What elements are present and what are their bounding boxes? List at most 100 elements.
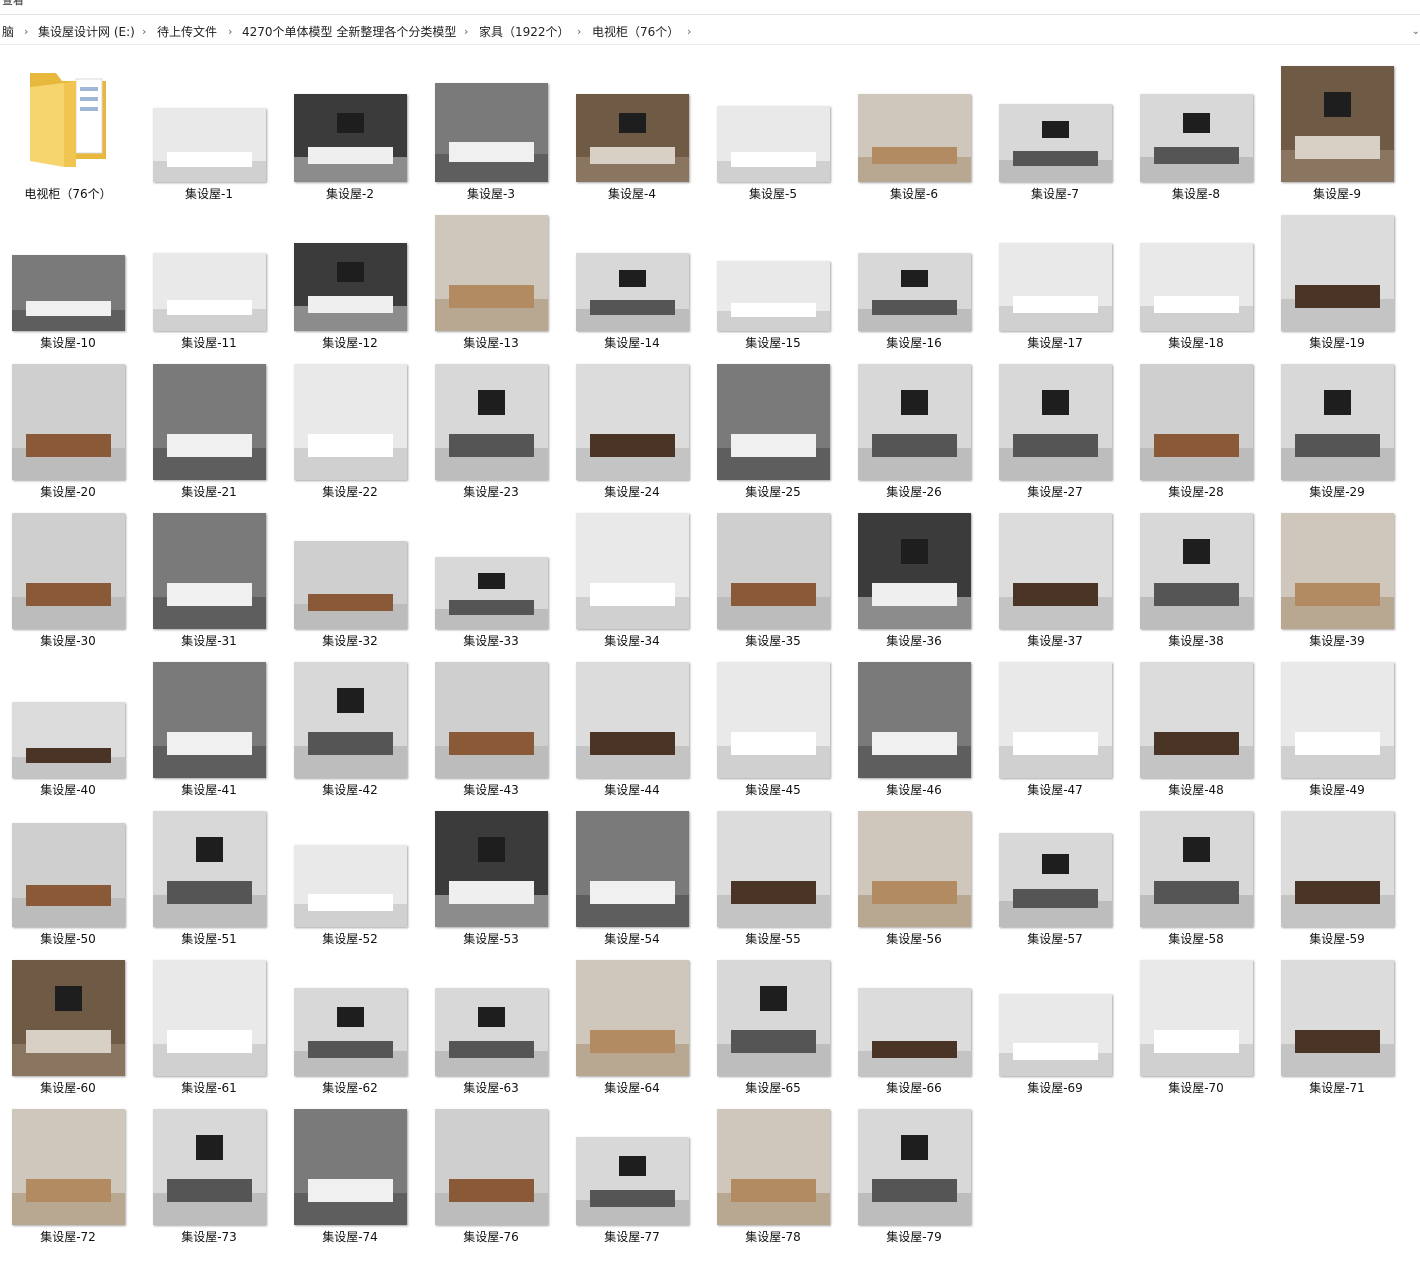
file-tile[interactable]: 集设屋-71 — [1269, 956, 1405, 1100]
file-tile[interactable]: 集设屋-59 — [1269, 807, 1405, 951]
image-thumbnail — [717, 960, 830, 1076]
file-tile[interactable]: 集设屋-5 — [705, 62, 841, 206]
file-tile[interactable]: 集设屋-45 — [705, 658, 841, 802]
file-tile[interactable]: 集设屋-41 — [141, 658, 277, 802]
file-tile[interactable]: 集设屋-19 — [1269, 211, 1405, 355]
file-tile[interactable]: 集设屋-3 — [423, 62, 559, 206]
file-tile[interactable]: 集设屋-39 — [1269, 509, 1405, 653]
file-tile[interactable]: 集设屋-30 — [0, 509, 136, 653]
file-label: 集设屋-52 — [322, 932, 378, 946]
image-thumbnail — [153, 811, 266, 927]
file-tile[interactable]: 集设屋-48 — [1128, 658, 1264, 802]
file-tile[interactable]: 集设屋-9 — [1269, 62, 1405, 206]
file-tile[interactable]: 集设屋-25 — [705, 360, 841, 504]
file-label: 集设屋-27 — [1027, 485, 1083, 499]
file-tile[interactable]: 集设屋-70 — [1128, 956, 1264, 1100]
image-thumbnail — [12, 702, 125, 778]
file-tile[interactable]: 集设屋-55 — [705, 807, 841, 951]
file-tile[interactable]: 集设屋-69 — [987, 956, 1123, 1100]
file-tile[interactable]: 集设屋-33 — [423, 509, 559, 653]
file-tile[interactable]: 集设屋-26 — [846, 360, 982, 504]
file-tile[interactable]: 集设屋-72 — [0, 1105, 136, 1249]
file-tile[interactable]: 集设屋-57 — [987, 807, 1123, 951]
file-tile[interactable]: 集设屋-27 — [987, 360, 1123, 504]
file-label: 集设屋-23 — [463, 485, 519, 499]
file-tile[interactable]: 集设屋-34 — [564, 509, 700, 653]
file-tile[interactable]: 集设屋-7 — [987, 62, 1123, 206]
image-thumbnail — [153, 108, 266, 182]
image-thumbnail — [1281, 662, 1394, 778]
file-tile[interactable]: 集设屋-78 — [705, 1105, 841, 1249]
file-tile[interactable]: 集设屋-2 — [282, 62, 418, 206]
file-tile[interactable]: 集设屋-37 — [987, 509, 1123, 653]
file-label: 集设屋-55 — [745, 932, 801, 946]
file-tile[interactable]: 集设屋-29 — [1269, 360, 1405, 504]
file-tile[interactable]: 集设屋-16 — [846, 211, 982, 355]
image-thumbnail — [12, 960, 125, 1076]
folder-label: 电视柜（76个） — [24, 187, 112, 201]
file-tile[interactable]: 集设屋-77 — [564, 1105, 700, 1249]
file-tile[interactable]: 集设屋-12 — [282, 211, 418, 355]
file-tile[interactable]: 集设屋-38 — [1128, 509, 1264, 653]
file-tile[interactable]: 集设屋-64 — [564, 956, 700, 1100]
file-tile[interactable]: 集设屋-8 — [1128, 62, 1264, 206]
file-tile[interactable]: 集设屋-14 — [564, 211, 700, 355]
file-tile[interactable]: 集设屋-56 — [846, 807, 982, 951]
file-tile[interactable]: 集设屋-18 — [1128, 211, 1264, 355]
file-label: 集设屋-58 — [1168, 932, 1224, 946]
file-tile[interactable]: 集设屋-23 — [423, 360, 559, 504]
file-tile[interactable]: 集设屋-24 — [564, 360, 700, 504]
file-label: 集设屋-11 — [181, 336, 237, 350]
file-tile[interactable]: 集设屋-1 — [141, 62, 277, 206]
image-thumbnail — [858, 364, 971, 480]
file-label: 集设屋-35 — [745, 634, 801, 648]
file-tile[interactable]: 集设屋-53 — [423, 807, 559, 951]
image-thumbnail — [294, 1109, 407, 1225]
file-tile[interactable]: 集设屋-35 — [705, 509, 841, 653]
folder-tile[interactable]: 电视柜（76个） — [0, 62, 136, 206]
file-tile[interactable]: 集设屋-62 — [282, 956, 418, 1100]
file-label: 集设屋-13 — [463, 336, 519, 350]
file-tile[interactable]: 集设屋-28 — [1128, 360, 1264, 504]
file-tile[interactable]: 集设屋-61 — [141, 956, 277, 1100]
file-tile[interactable]: 集设屋-31 — [141, 509, 277, 653]
file-tile[interactable]: 集设屋-44 — [564, 658, 700, 802]
file-tile[interactable]: 集设屋-65 — [705, 956, 841, 1100]
file-tile[interactable]: 集设屋-66 — [846, 956, 982, 1100]
file-tile[interactable]: 集设屋-42 — [282, 658, 418, 802]
file-tile[interactable]: 集设屋-60 — [0, 956, 136, 1100]
file-label: 集设屋-12 — [322, 336, 378, 350]
file-tile[interactable]: 集设屋-50 — [0, 807, 136, 951]
file-tile[interactable]: 集设屋-17 — [987, 211, 1123, 355]
file-tile[interactable]: 集设屋-21 — [141, 360, 277, 504]
file-tile[interactable]: 集设屋-73 — [141, 1105, 277, 1249]
file-label: 集设屋-38 — [1168, 634, 1224, 648]
file-tile[interactable]: 集设屋-79 — [846, 1105, 982, 1249]
file-tile[interactable]: 集设屋-40 — [0, 658, 136, 802]
file-tile[interactable]: 集设屋-43 — [423, 658, 559, 802]
file-tile[interactable]: 集设屋-6 — [846, 62, 982, 206]
image-thumbnail — [294, 662, 407, 778]
file-tile[interactable]: 集设屋-36 — [846, 509, 982, 653]
file-tile[interactable]: 集设屋-47 — [987, 658, 1123, 802]
file-tile[interactable]: 集设屋-4 — [564, 62, 700, 206]
file-tile[interactable]: 集设屋-10 — [0, 211, 136, 355]
file-tile[interactable]: 集设屋-22 — [282, 360, 418, 504]
file-tile[interactable]: 集设屋-13 — [423, 211, 559, 355]
file-tile[interactable]: 集设屋-51 — [141, 807, 277, 951]
file-tile[interactable]: 集设屋-52 — [282, 807, 418, 951]
file-tile[interactable]: 集设屋-74 — [282, 1105, 418, 1249]
file-label: 集设屋-45 — [745, 783, 801, 797]
file-tile[interactable]: 集设屋-76 — [423, 1105, 559, 1249]
file-tile[interactable]: 集设屋-11 — [141, 211, 277, 355]
file-tile[interactable]: 集设屋-54 — [564, 807, 700, 951]
file-tile[interactable]: 集设屋-63 — [423, 956, 559, 1100]
file-tile[interactable]: 集设屋-20 — [0, 360, 136, 504]
file-label: 集设屋-57 — [1027, 932, 1083, 946]
file-tile[interactable]: 集设屋-15 — [705, 211, 841, 355]
file-tile[interactable]: 集设屋-49 — [1269, 658, 1405, 802]
file-label: 集设屋-2 — [326, 187, 374, 201]
file-tile[interactable]: 集设屋-32 — [282, 509, 418, 653]
file-tile[interactable]: 集设屋-58 — [1128, 807, 1264, 951]
file-tile[interactable]: 集设屋-46 — [846, 658, 982, 802]
